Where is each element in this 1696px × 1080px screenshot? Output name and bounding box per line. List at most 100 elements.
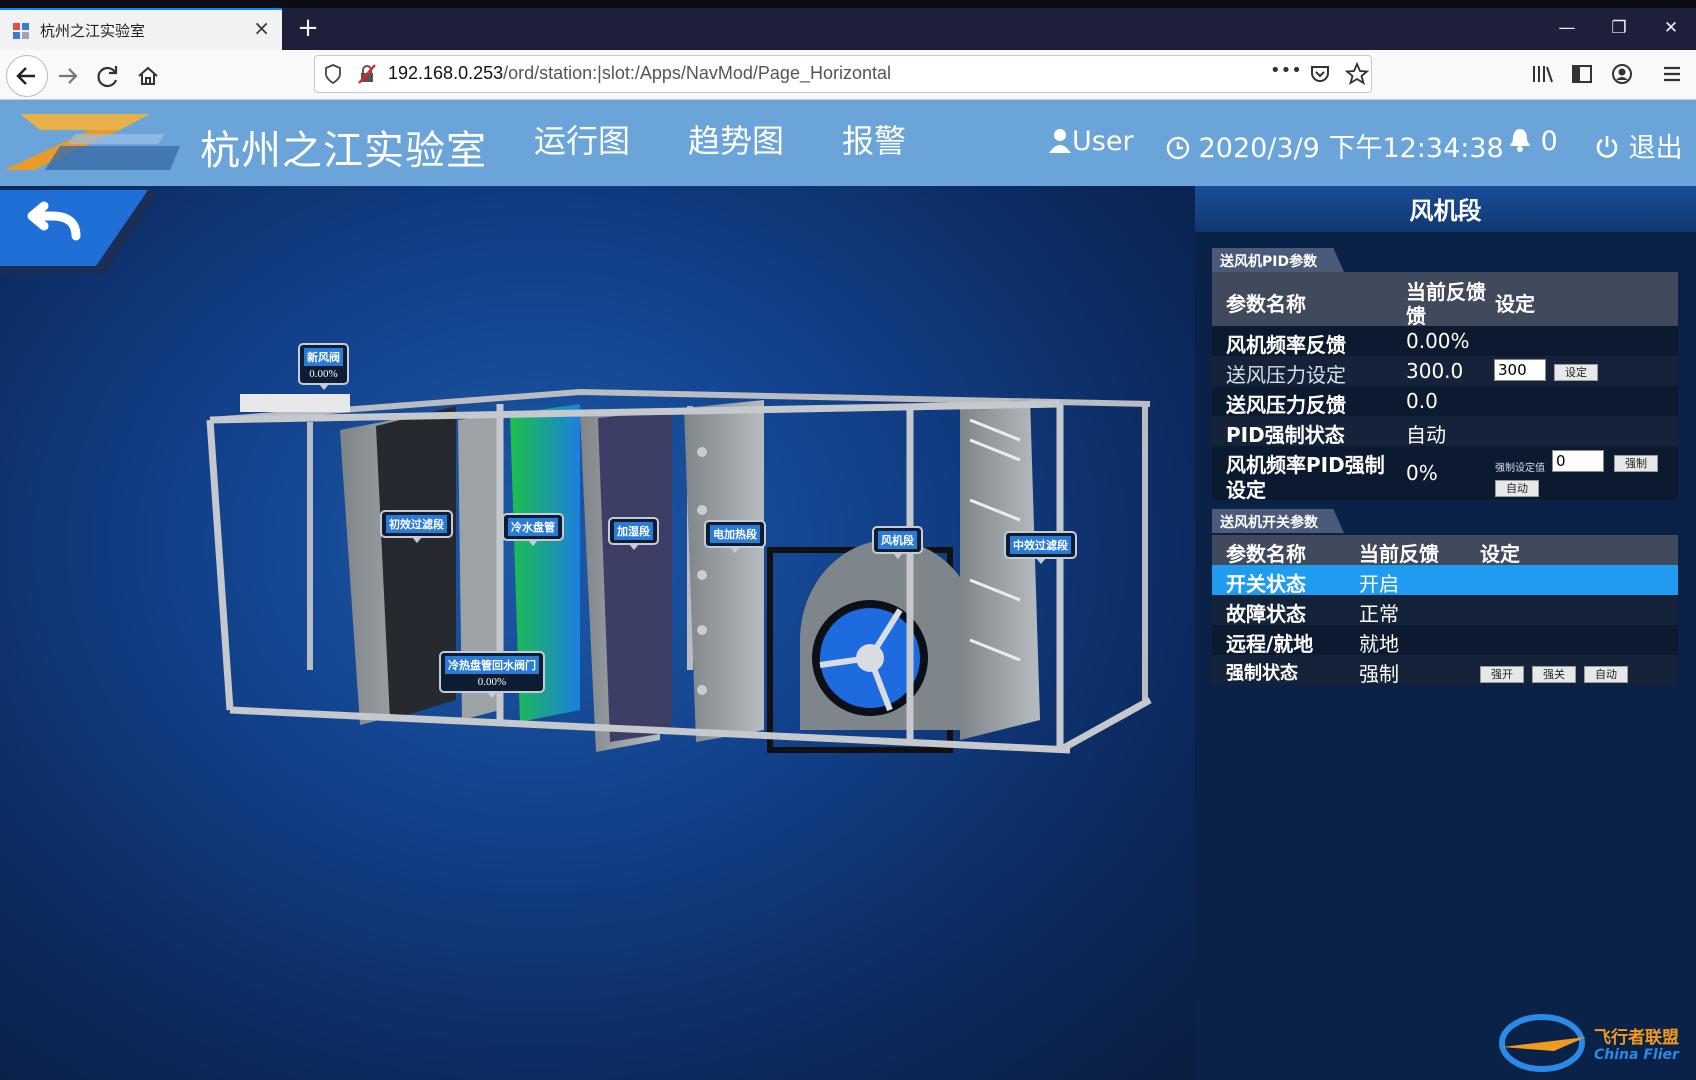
plane-logo-icon [1499, 1014, 1586, 1072]
switch-header-setting: 设定 [1480, 542, 1520, 566]
param-name: 开关状态 [1226, 572, 1306, 596]
browser-tab[interactable]: 杭州之江实验室 × [0, 8, 282, 50]
panel-title: 风机段 [1409, 197, 1482, 225]
menu-alarm[interactable]: 报警 [842, 116, 906, 162]
window-close-icon[interactable]: ✕ [1648, 14, 1694, 44]
fan-section-tag[interactable]: 风机段 [872, 526, 923, 559]
param-name: 强制状态 [1226, 663, 1298, 684]
set-button[interactable]: 设定 [1554, 364, 1598, 381]
chilled-water-coil-tag[interactable]: 冷水盘管 [502, 513, 564, 546]
force-off-button[interactable]: 强关 [1532, 666, 1576, 683]
shield-icon[interactable] [322, 63, 344, 89]
pid-header-feedback-line2: 馈 [1406, 304, 1426, 328]
back-arrow-icon [16, 67, 35, 85]
switch-header-feedback: 当前反馈 [1359, 542, 1439, 566]
home-icon[interactable] [130, 58, 166, 94]
account-icon[interactable] [1610, 62, 1634, 90]
param-value: 0% [1406, 461, 1438, 485]
table-row-selected[interactable]: 开关状态 开启 [1212, 565, 1678, 596]
pressure-setpoint-input[interactable]: 300 [1494, 359, 1546, 381]
param-name-line2: 设定 [1226, 478, 1266, 502]
logout-label: 退出 [1628, 133, 1683, 164]
electric-heater-tag[interactable]: 电加热段 [704, 520, 766, 553]
new-tab-button[interactable]: + [290, 12, 326, 46]
fan-icon [767, 540, 980, 753]
clock-icon [1166, 136, 1190, 160]
param-name: 远程/就地 [1226, 632, 1314, 656]
tab-title: 杭州之江实验室 [40, 22, 146, 40]
fresh-air-damper-label: 新风阀 [304, 348, 343, 366]
param-value: 开启 [1359, 572, 1399, 596]
pid-header-name: 参数名称 [1226, 292, 1306, 316]
forward-arrow-icon[interactable] [50, 58, 86, 94]
library-icon[interactable] [1530, 62, 1556, 90]
datetime-text: 2020/3/9 下午12:34:38 [1198, 133, 1504, 164]
switch-header-name: 参数名称 [1226, 542, 1306, 566]
browser-back-button[interactable] [6, 55, 48, 97]
table-row: 送风压力反馈 0.0 [1212, 386, 1678, 417]
param-value: 就地 [1359, 632, 1399, 656]
watermark-cn: 飞行者联盟 [1594, 1028, 1679, 1048]
param-value: 自动 [1406, 423, 1446, 447]
sidebar-icon[interactable] [1570, 62, 1594, 90]
tab-close-icon[interactable]: × [253, 16, 270, 40]
return-valve-tag[interactable]: 冷热盘管回水阀门 0.00% [439, 651, 545, 698]
menu-icon[interactable] [1660, 62, 1684, 90]
restore-icon[interactable]: ❐ [1596, 14, 1642, 44]
param-value: 0.00% [1406, 329, 1470, 353]
param-value: 正常 [1359, 602, 1399, 626]
url-path: /ord/station:|slot:/Apps/NavMod/Page_Hor… [503, 63, 892, 83]
page-actions-icon[interactable]: ••• [1270, 60, 1302, 81]
medium-filter-label: 中效过滤段 [1010, 536, 1071, 554]
back-button[interactable] [0, 190, 170, 274]
user-name: User [1072, 126, 1134, 157]
force-on-button[interactable]: 强开 [1480, 666, 1524, 683]
bookmark-star-icon[interactable] [1344, 61, 1370, 91]
pocket-icon[interactable] [1308, 62, 1332, 90]
url-host: 192.168.0.253 [388, 63, 504, 83]
logout-button[interactable]: 退出 [1594, 126, 1683, 165]
reload-icon[interactable] [90, 58, 126, 94]
return-valve-label: 冷热盘管回水阀门 [445, 656, 539, 674]
switch-section-tab[interactable]: 送风机开关参数 [1212, 509, 1344, 533]
pid-header-setting: 设定 [1495, 292, 1535, 316]
switch-table-header: 参数名称 当前反馈 设定 [1212, 535, 1678, 566]
param-name: 送风压力反馈 [1226, 393, 1346, 417]
user-menu[interactable]: User [1048, 126, 1134, 157]
app-title: 杭州之江实验室 [200, 128, 487, 174]
medium-filter-tag[interactable]: 中效过滤段 [1004, 531, 1077, 564]
air-handling-unit [206, 388, 1152, 754]
user-icon [1049, 129, 1071, 153]
table-row: 风机频率反馈 0.00% [1212, 326, 1678, 357]
auto-button[interactable]: 自动 [1495, 480, 1539, 497]
force-setpoint-input[interactable]: 0 [1552, 450, 1604, 472]
force-setpoint-label: 强制设定值 [1495, 463, 1545, 474]
chilled-water-coil-label: 冷水盘管 [508, 518, 558, 536]
lab-logo [4, 114, 180, 170]
pid-section-tab[interactable]: 送风机PID参数 [1212, 248, 1344, 272]
alarm-bell[interactable]: 0 [1508, 126, 1558, 157]
site-favicon-icon [13, 23, 29, 39]
param-value: 300.0 [1406, 359, 1464, 383]
param-name: 风机频率反馈 [1226, 333, 1346, 357]
fresh-air-damper-tag[interactable]: 新风阀 0.00% [298, 343, 349, 390]
param-value: 强制 [1359, 662, 1399, 686]
force-button[interactable]: 强制 [1614, 455, 1658, 472]
humidifier-label: 加湿段 [614, 522, 653, 540]
electric-heater-label: 电加热段 [710, 525, 760, 543]
table-row: 风机频率PID强制 设定 0% 强制设定值 0 强制 自动 [1212, 446, 1678, 502]
url-text: 192.168.0.253/ord/station:|slot:/Apps/Na… [388, 63, 891, 84]
humidifier-tag[interactable]: 加湿段 [608, 517, 659, 550]
fresh-air-damper-value: 0.00% [309, 368, 338, 380]
menu-trend-chart[interactable]: 趋势图 [688, 116, 784, 162]
table-row: PID强制状态 自动 [1212, 416, 1678, 447]
menu-run-diagram[interactable]: 运行图 [534, 116, 630, 162]
insecure-lock-icon[interactable] [356, 63, 378, 89]
table-row: 强制状态 强制 强开 强关 自动 [1212, 655, 1678, 686]
auto-mode-button[interactable]: 自动 [1584, 666, 1628, 683]
minimize-icon[interactable]: — [1544, 14, 1590, 44]
alarm-count: 0 [1540, 126, 1558, 157]
primary-filter-tag[interactable]: 初效过滤段 [380, 510, 453, 543]
primary-filter-label: 初效过滤段 [386, 515, 447, 533]
watermark-en: China Flier [1594, 1047, 1679, 1063]
